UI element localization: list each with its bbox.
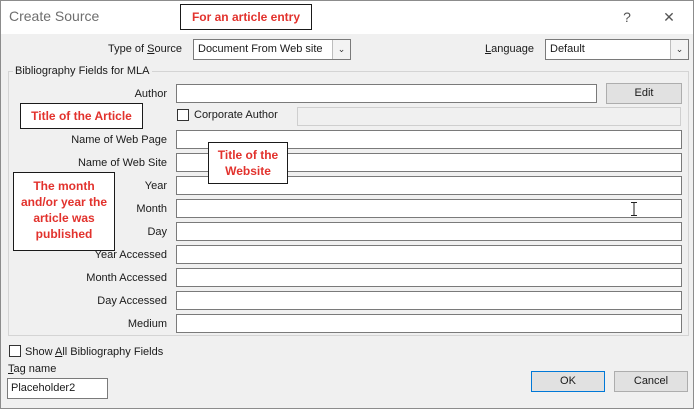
day-accessed-label: Day Accessed — [97, 295, 167, 307]
web-page-label: Name of Web Page — [71, 134, 167, 146]
type-of-source-label: Type of Source — [108, 43, 183, 55]
corporate-author-input — [297, 107, 681, 126]
group-title: Bibliography Fields for MLA — [13, 65, 152, 77]
title-bar: Create Source ? ✕ — [1, 1, 693, 34]
corporate-author-label: Corporate Author — [194, 109, 278, 121]
medium-label: Medium — [127, 318, 167, 330]
help-button[interactable]: ? — [613, 5, 641, 29]
tag-name-label: Tag name — [8, 363, 57, 375]
annotation-title-article: Title of the Article — [20, 103, 143, 129]
medium-input[interactable] — [176, 314, 682, 333]
text-cursor-icon — [631, 202, 637, 216]
type-of-source-select[interactable]: Document From Web site ⌄ — [193, 39, 351, 60]
language-select[interactable]: Default ⌄ — [545, 39, 689, 60]
cancel-button[interactable]: Cancel — [614, 371, 688, 392]
month-accessed-label: Month Accessed — [86, 272, 167, 284]
show-all-fields-label: Show All Bibliography Fields — [25, 346, 164, 358]
tag-name-input[interactable]: Placeholder2 — [7, 378, 108, 399]
type-of-source-value: Document From Web site — [198, 43, 323, 55]
annotation-month-year: The month and/or year the article was pu… — [13, 172, 115, 251]
author-label: Author — [134, 88, 167, 100]
web-site-label: Name of Web Site — [77, 157, 167, 169]
annotation-article-entry: For an article entry — [180, 4, 312, 30]
day-input[interactable] — [176, 222, 682, 241]
day-accessed-input[interactable] — [176, 291, 682, 310]
create-source-dialog: Create Source ? ✕ Type of Source Documen… — [0, 0, 694, 409]
chevron-down-icon[interactable]: ⌄ — [670, 40, 688, 59]
annotation-title-website: Title of the Website — [208, 142, 288, 184]
show-all-fields-checkbox[interactable] — [9, 345, 21, 357]
month-accessed-input[interactable] — [176, 268, 682, 287]
language-value: Default — [550, 43, 585, 55]
edit-author-button[interactable]: Edit — [606, 83, 682, 104]
author-input[interactable] — [176, 84, 597, 103]
close-button[interactable]: ✕ — [655, 5, 683, 29]
language-label: Language — [485, 43, 534, 55]
window-title: Create Source — [9, 8, 100, 24]
month-input[interactable] — [176, 199, 682, 218]
year-accessed-input[interactable] — [176, 245, 682, 264]
ok-button[interactable]: OK — [531, 371, 605, 392]
corporate-author-checkbox[interactable] — [177, 109, 189, 121]
chevron-down-icon[interactable]: ⌄ — [332, 40, 350, 59]
